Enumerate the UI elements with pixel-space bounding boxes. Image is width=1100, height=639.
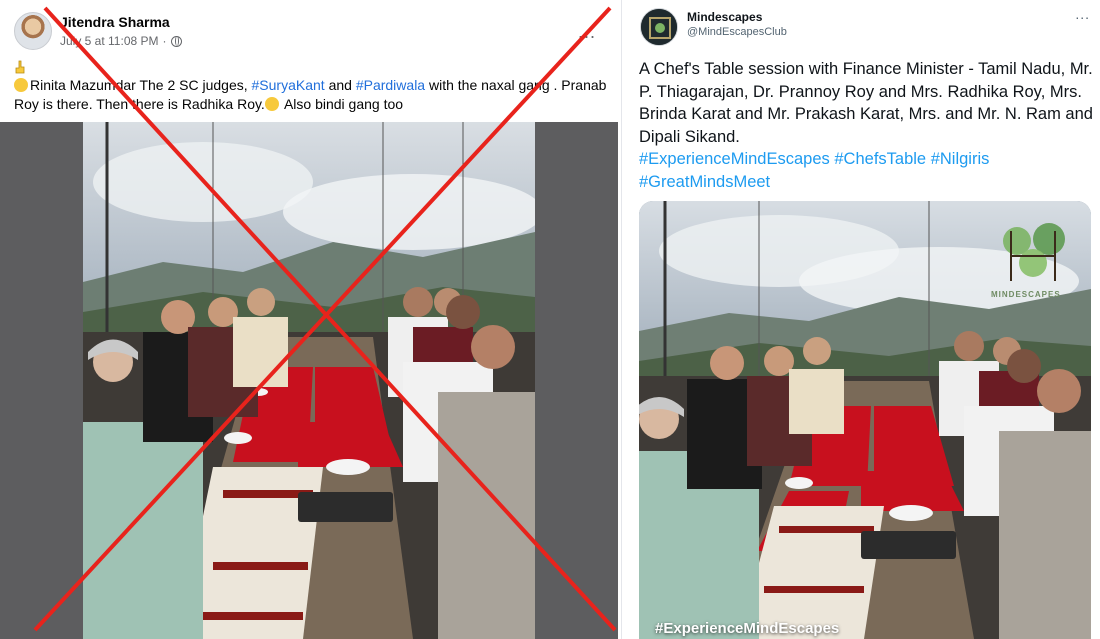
hashtag-chefstable[interactable]: #ChefsTable	[834, 150, 926, 168]
hashtag-nilgiris[interactable]: #Nilgiris	[931, 150, 990, 168]
dinner-table-photo	[83, 122, 535, 639]
post-photo[interactable]	[0, 122, 618, 639]
globe-icon[interactable]	[170, 35, 182, 47]
account-name[interactable]: Mindescapes	[687, 10, 762, 24]
facebook-post: Jitendra Sharma July 5 at 11:08 PM · ...…	[0, 0, 622, 639]
tweet-photo[interactable]: MINDESCAPES #ExperienceMindEscapes	[639, 201, 1091, 639]
post-meta: July 5 at 11:08 PM ·	[60, 34, 182, 48]
account-avatar[interactable]	[640, 8, 678, 46]
account-handle[interactable]: @MindEscapesClub	[687, 26, 787, 38]
tweet: Mindescapes @MindEscapesClub ... A Chef'…	[630, 0, 1100, 639]
hashtag-greatmindsmeet[interactable]: #GreatMindsMeet	[639, 173, 770, 191]
post-text-part-1: Rinita Mazumdar The 2 SC judges,	[30, 77, 252, 93]
logo-text: MINDESCAPES	[991, 290, 1061, 299]
hashtag-pardiwala[interactable]: #Pardiwala	[356, 77, 425, 93]
post-text-part-2: and	[324, 77, 356, 93]
post-text-part-4: Also bindi gang too	[280, 96, 404, 112]
more-options-button[interactable]: ...	[1075, 6, 1090, 22]
dinner-scene-image: MINDESCAPES	[639, 201, 1091, 639]
meta-separator: ·	[162, 34, 167, 48]
post-text: Rinita Mazumdar The 2 SC judges, #SuryaK…	[14, 60, 610, 114]
image-watermark: #ExperienceMindEscapes	[655, 620, 840, 637]
author-name[interactable]: Jitendra Sharma	[60, 14, 170, 30]
post-timestamp[interactable]: July 5 at 11:08 PM	[60, 34, 159, 48]
hashtag-experience-mindescapes[interactable]: #ExperienceMindEscapes	[639, 150, 830, 168]
pointing-up-icon	[15, 60, 25, 74]
tweet-text: A Chef's Table session with Finance Mini…	[639, 58, 1094, 193]
mindescapes-avatar-icon	[641, 9, 677, 45]
hashtag-suryakant[interactable]: #SuryaKant	[252, 77, 325, 93]
author-avatar[interactable]	[14, 12, 52, 50]
more-options-button[interactable]: ...	[578, 22, 596, 43]
tweet-body: A Chef's Table session with Finance Mini…	[639, 60, 1093, 146]
thinking-emoji-icon	[14, 78, 28, 92]
dinner-scene-image	[83, 122, 535, 639]
grinning-emoji-icon	[264, 97, 279, 111]
post-header: Jitendra Sharma July 5 at 11:08 PM · ...	[14, 10, 614, 54]
